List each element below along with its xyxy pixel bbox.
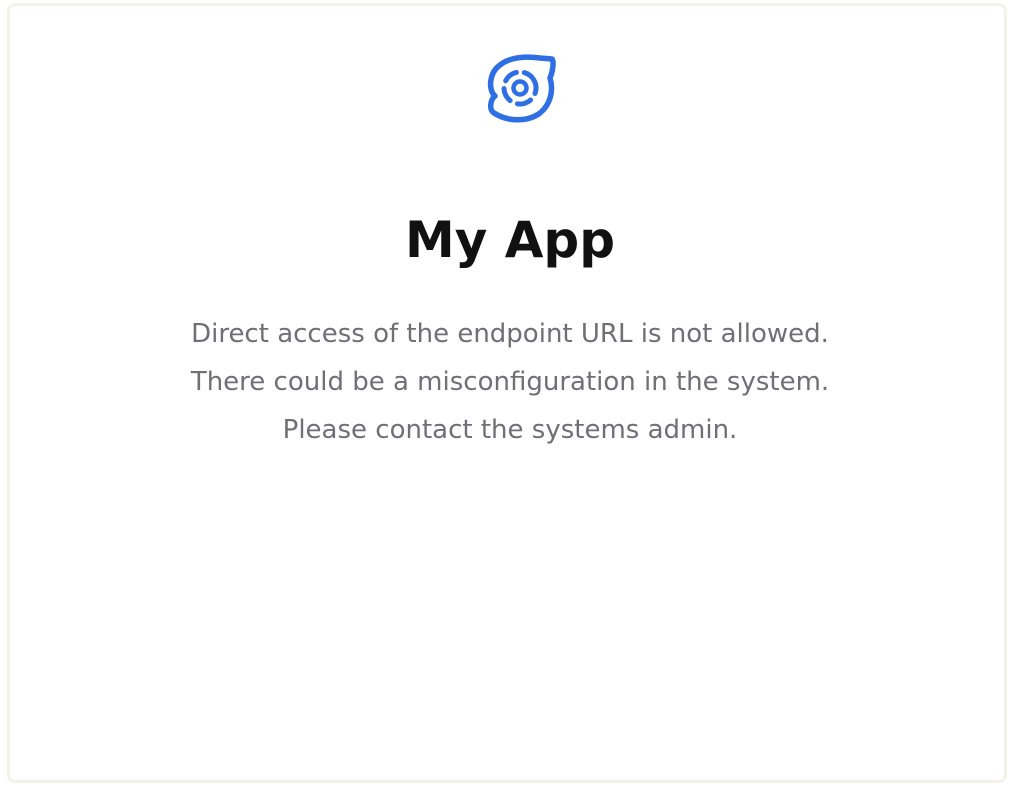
error-message: Direct access of the endpoint URL is not… xyxy=(190,319,830,445)
page-card: My App Direct access of the endpoint URL… xyxy=(7,3,1007,783)
app-logo-icon xyxy=(487,54,556,123)
page-title: My App xyxy=(404,211,616,269)
